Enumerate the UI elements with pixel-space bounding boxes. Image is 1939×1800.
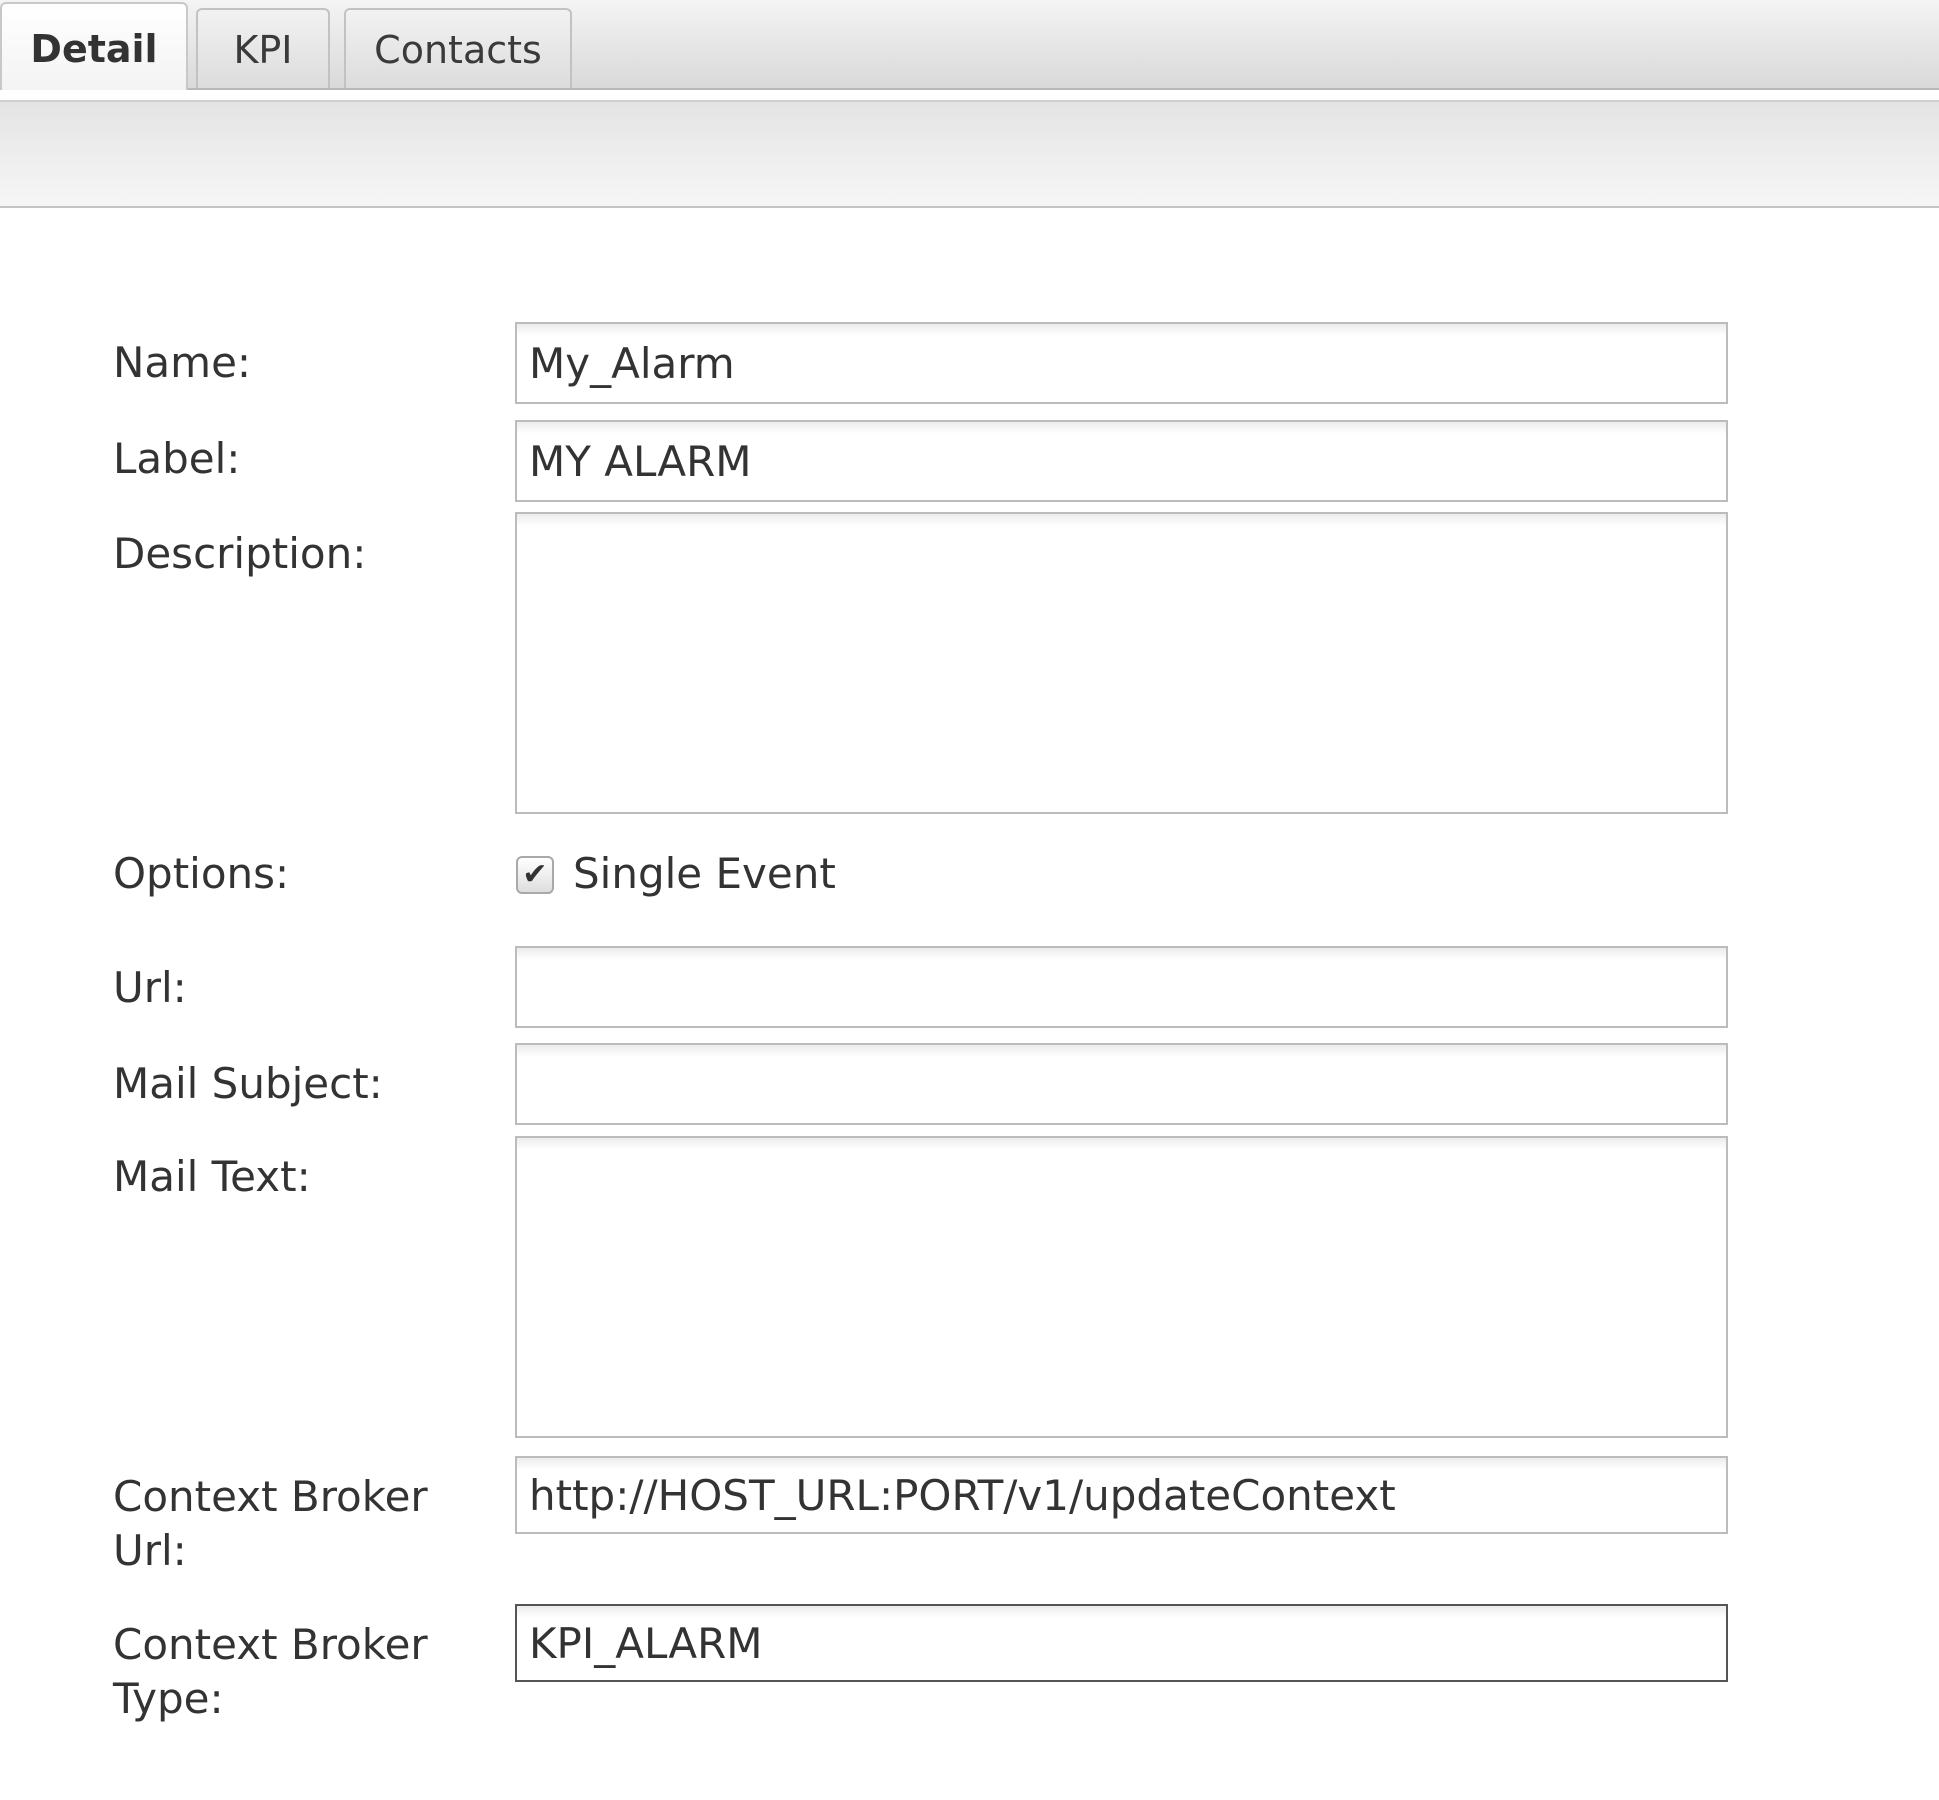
tab-kpi[interactable]: KPI bbox=[196, 8, 330, 88]
context-broker-url-label-line2: Url: bbox=[113, 1526, 187, 1575]
description-textarea[interactable] bbox=[515, 512, 1728, 814]
context-broker-type-label-line2: Type: bbox=[113, 1674, 224, 1723]
tab-contacts[interactable]: Contacts bbox=[344, 8, 572, 88]
description-label: Description: bbox=[113, 529, 367, 578]
name-input[interactable] bbox=[515, 322, 1728, 404]
context-broker-url-input[interactable] bbox=[515, 1456, 1728, 1534]
single-event-label[interactable]: Single Event bbox=[573, 847, 836, 901]
toolbar bbox=[0, 100, 1939, 208]
context-broker-url-label-line1: Context Broker bbox=[113, 1472, 428, 1521]
name-label: Name: bbox=[113, 338, 252, 387]
check-icon: ✔ bbox=[522, 857, 548, 892]
mail-subject-label: Mail Subject: bbox=[113, 1059, 383, 1108]
options-label: Options: bbox=[113, 849, 290, 898]
label-label: Label: bbox=[113, 434, 241, 483]
single-event-checkbox[interactable]: ✔ bbox=[516, 856, 554, 894]
url-input[interactable] bbox=[515, 946, 1728, 1028]
label-input[interactable] bbox=[515, 420, 1728, 502]
mail-text-textarea[interactable] bbox=[515, 1136, 1728, 1438]
tab-bar: Detail KPI Contacts bbox=[0, 0, 1939, 90]
context-broker-type-label-line1: Context Broker bbox=[113, 1620, 428, 1669]
url-label: Url: bbox=[113, 963, 187, 1012]
context-broker-type-input[interactable] bbox=[515, 1604, 1728, 1682]
mail-subject-input[interactable] bbox=[515, 1043, 1728, 1125]
mail-text-label: Mail Text: bbox=[113, 1152, 311, 1201]
context-broker-type-label: Context Broker Type: bbox=[113, 1618, 493, 1726]
tab-detail[interactable]: Detail bbox=[0, 2, 188, 90]
context-broker-url-label: Context Broker Url: bbox=[113, 1470, 493, 1578]
